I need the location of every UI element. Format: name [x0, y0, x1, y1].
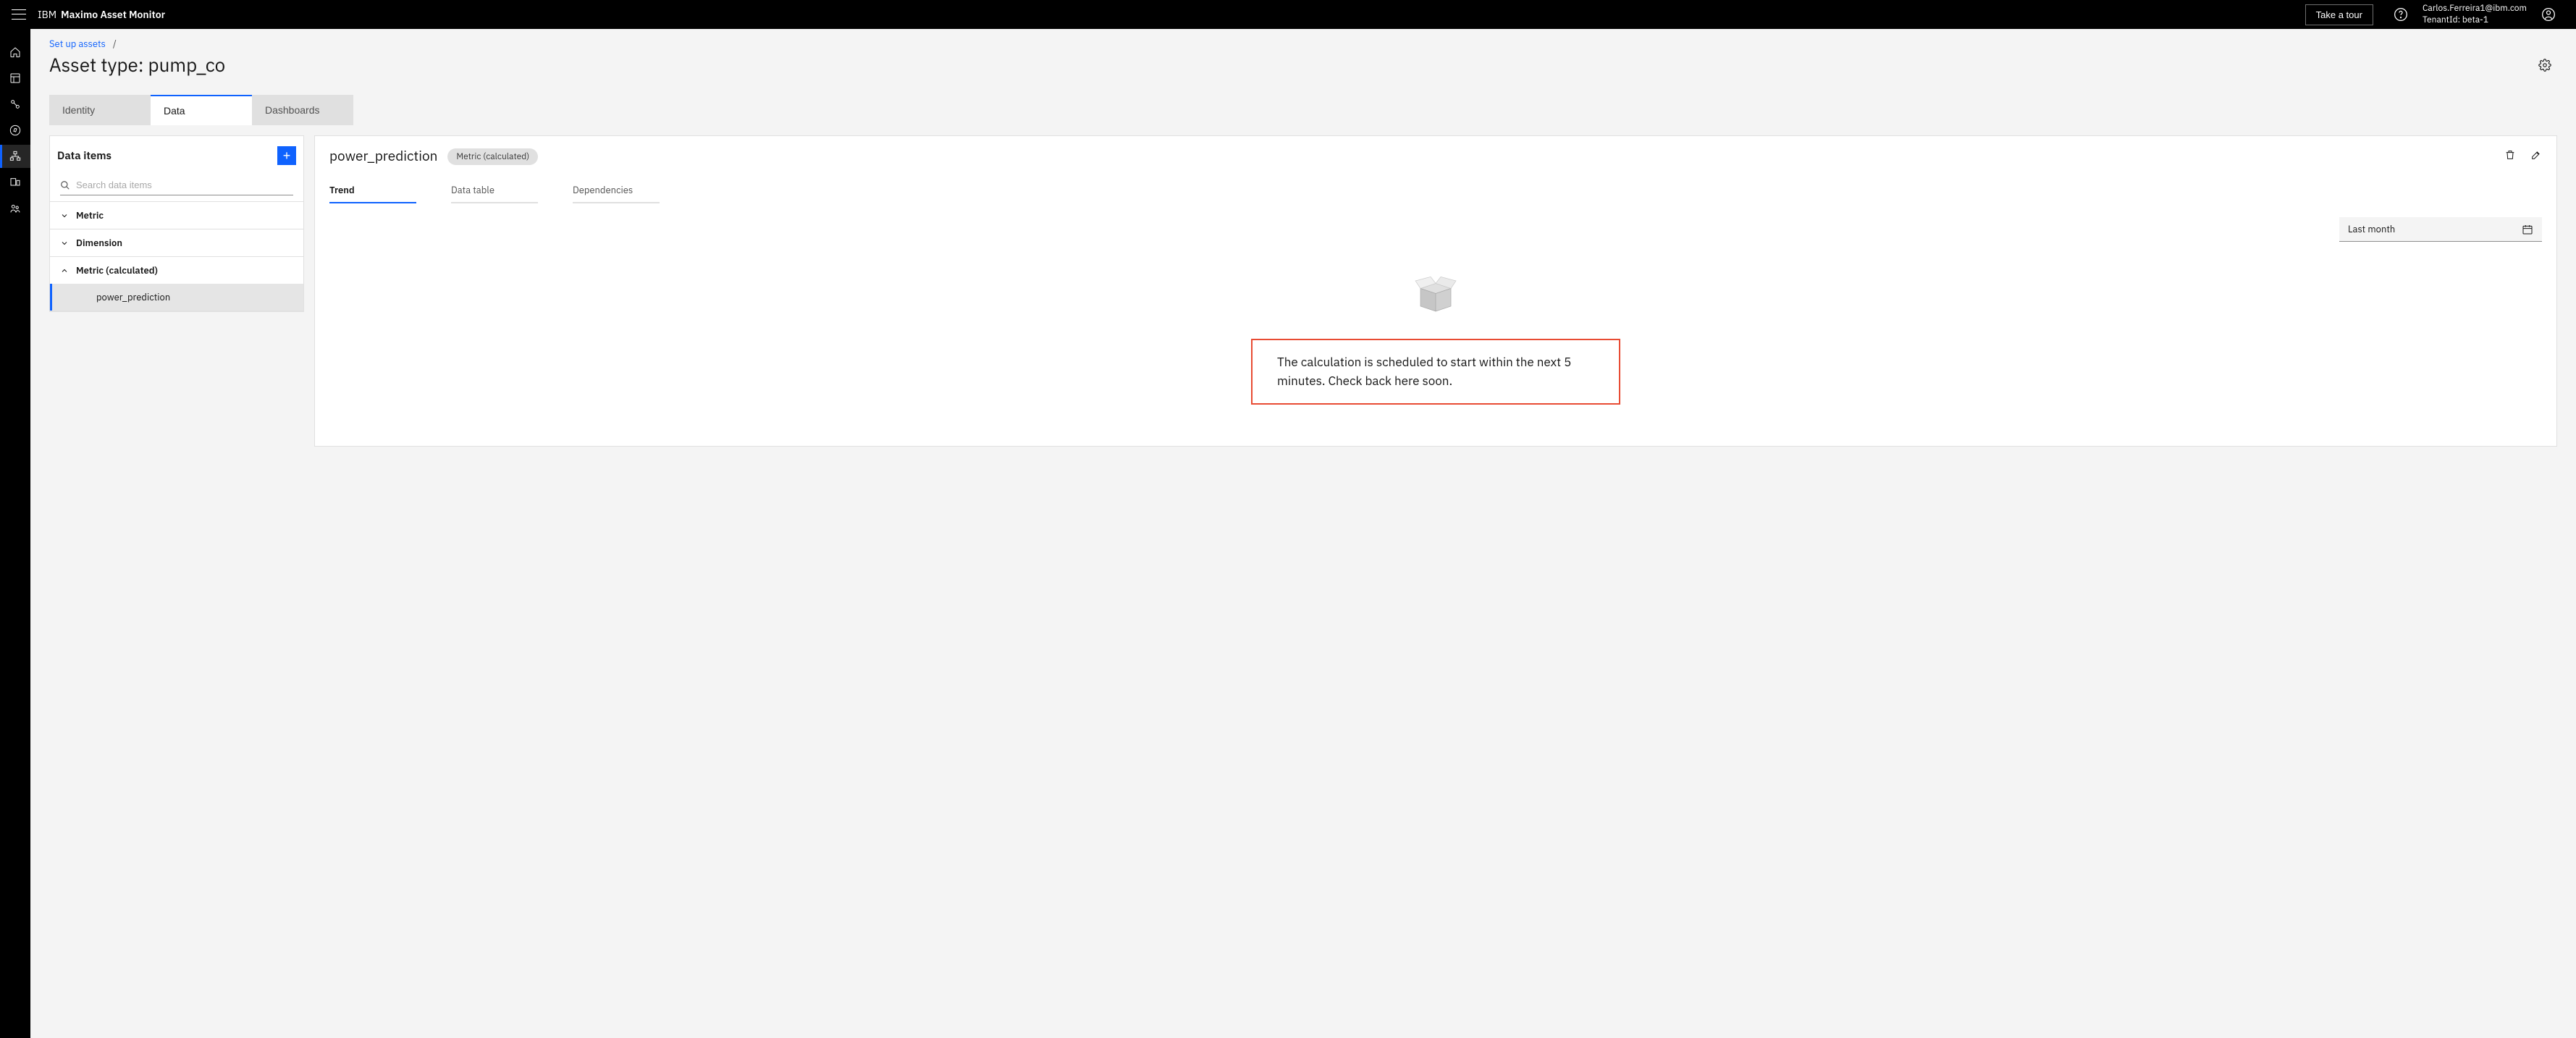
chevron-down-icon — [60, 239, 69, 248]
category-metric[interactable]: Metric — [50, 202, 303, 229]
nav-assets-icon[interactable] — [0, 145, 30, 168]
brand: IBM Maximo Asset Monitor — [38, 8, 165, 21]
category-dimension-label: Dimension — [76, 237, 122, 249]
user-email: Carlos.Ferreira1@ibm.com — [2423, 3, 2527, 14]
delete-icon[interactable] — [2504, 149, 2516, 164]
add-data-item-button[interactable]: + — [277, 146, 296, 165]
detail-subtabs: Trend Data table Dependencies — [329, 178, 2542, 204]
category-dimension[interactable]: Dimension — [50, 229, 303, 256]
nav-explore-icon[interactable] — [0, 119, 30, 142]
category-metric-label: Metric — [76, 209, 104, 221]
calendar-icon — [2522, 224, 2533, 235]
detail-title: power_prediction — [329, 148, 437, 165]
category-metric-calculated-label: Metric (calculated) — [76, 264, 158, 277]
global-header: IBM Maximo Asset Monitor Take a tour Car… — [0, 0, 2576, 29]
calculation-pending-message: The calculation is scheduled to start wi… — [1251, 339, 1620, 405]
brand-ibm: IBM — [38, 8, 56, 21]
user-avatar-icon[interactable] — [2541, 7, 2556, 22]
detail-panel: power_prediction Metric (calculated) Tre… — [314, 135, 2557, 447]
settings-icon[interactable] — [2533, 53, 2557, 80]
brand-product: Maximo Asset Monitor — [61, 8, 165, 21]
edit-icon[interactable] — [2530, 149, 2542, 164]
data-item-power-prediction[interactable]: power_prediction — [50, 284, 303, 311]
data-items-panel: Data items + Metric Dimension — [49, 135, 304, 312]
main-content: Set up assets / Asset type: pump_co Iden… — [30, 29, 2576, 465]
take-a-tour-button[interactable]: Take a tour — [2305, 4, 2373, 25]
page-title: Asset type: pump_co — [49, 53, 225, 77]
menu-icon[interactable] — [12, 7, 26, 22]
subtab-data-table[interactable]: Data table — [451, 178, 538, 203]
nav-users-icon[interactable] — [0, 197, 30, 220]
search-data-items[interactable] — [60, 175, 293, 195]
breadcrumb-parent-link[interactable]: Set up assets — [49, 38, 106, 50]
detail-type-badge: Metric (calculated) — [447, 148, 538, 165]
date-range-selector[interactable]: Last month — [2339, 217, 2542, 242]
tab-data[interactable]: Data — [151, 95, 252, 125]
chevron-up-icon — [60, 266, 69, 275]
tab-identity[interactable]: Identity — [49, 95, 151, 125]
subtab-dependencies[interactable]: Dependencies — [573, 178, 660, 203]
nav-dashboard-icon[interactable] — [0, 67, 30, 90]
tenant-id: TenantId: beta-1 — [2423, 14, 2527, 26]
category-metric-calculated[interactable]: Metric (calculated) — [50, 257, 303, 284]
data-items-title: Data items — [57, 149, 111, 163]
main-tabs: Identity Data Dashboards — [49, 95, 2557, 125]
nav-connect-icon[interactable] — [0, 93, 30, 116]
tab-dashboards[interactable]: Dashboards — [252, 95, 353, 125]
breadcrumb: Set up assets / — [49, 38, 225, 50]
nav-devices-icon[interactable] — [0, 171, 30, 194]
search-input[interactable] — [76, 180, 293, 190]
chevron-down-icon — [60, 211, 69, 220]
search-icon — [60, 180, 70, 190]
breadcrumb-separator: / — [113, 38, 117, 50]
user-info: Carlos.Ferreira1@ibm.com TenantId: beta-… — [2423, 3, 2527, 25]
empty-state: The calculation is scheduled to start wi… — [329, 271, 2542, 405]
nav-home-icon[interactable] — [0, 41, 30, 64]
empty-box-icon — [1410, 271, 1461, 321]
left-nav — [0, 29, 30, 1038]
subtab-trend[interactable]: Trend — [329, 178, 416, 203]
date-range-label: Last month — [2348, 223, 2395, 235]
help-icon[interactable] — [2394, 7, 2408, 22]
